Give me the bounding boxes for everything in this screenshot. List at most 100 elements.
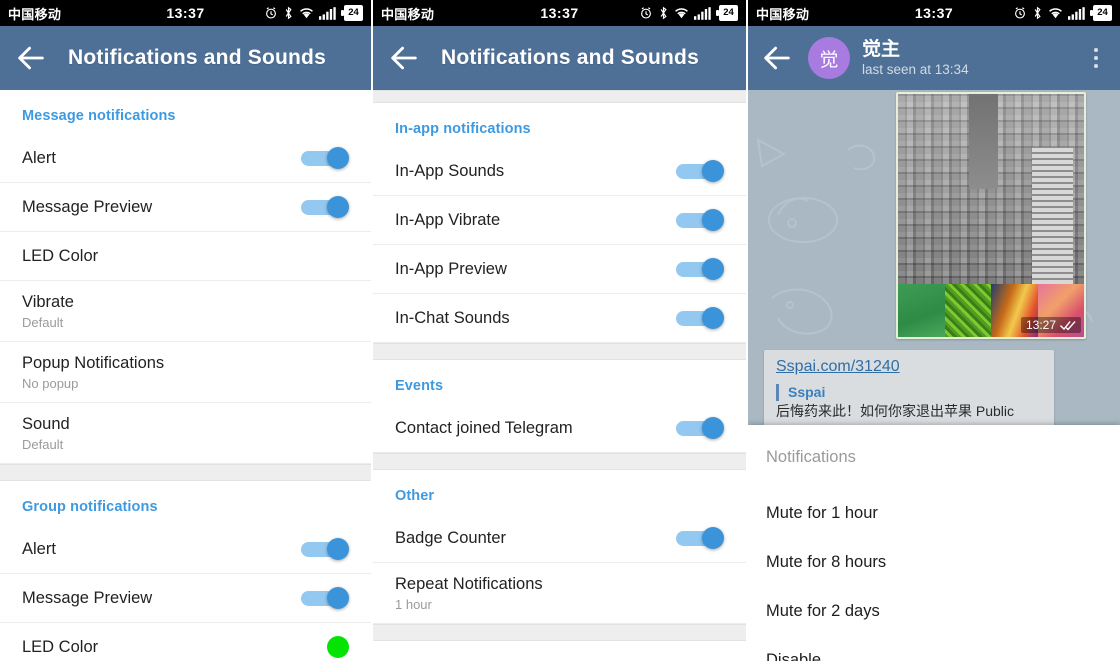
section-heading-group-notifications: Group notifications xyxy=(22,499,158,515)
contact-name: 觉主 xyxy=(862,38,901,60)
bluetooth-icon xyxy=(285,6,292,20)
row-label: Alert xyxy=(22,540,56,558)
back-arrow-icon[interactable] xyxy=(387,41,421,75)
row-alert[interactable]: Alert xyxy=(0,134,371,183)
toggle-contact-joined-telegram[interactable] xyxy=(676,417,724,439)
toggle-in-app-vibrate[interactable] xyxy=(676,209,724,231)
menu-item-disable[interactable]: Disable xyxy=(748,636,1120,661)
wifi-icon xyxy=(1049,7,1062,18)
overflow-menu-icon[interactable] xyxy=(1084,42,1108,74)
city-photo-image xyxy=(898,94,1084,284)
back-arrow-icon[interactable] xyxy=(14,41,48,75)
battery-icon: 24 xyxy=(1090,5,1112,21)
row-sublabel: Default xyxy=(22,315,64,330)
three-phone-screenshots: 中国移动 13:37 24 Notifications and Sounds M… xyxy=(0,0,1120,661)
status-bar: 中国移动 13:37 24 xyxy=(0,0,371,26)
row-label: Message Preview xyxy=(22,198,153,216)
row-in-chat-sounds[interactable]: In-Chat Sounds xyxy=(373,294,746,343)
back-arrow-icon[interactable] xyxy=(760,41,794,75)
row-in-app-sounds[interactable]: In-App Sounds xyxy=(373,147,746,196)
menu-item-mute-2-days[interactable]: Mute for 2 days xyxy=(748,587,1120,636)
top-divider xyxy=(373,90,746,103)
toggle-in-app-sounds[interactable] xyxy=(676,160,724,182)
signal-icon xyxy=(1068,6,1085,20)
link-site-name: Sspai xyxy=(788,384,826,400)
chat-contact-info[interactable]: 觉主 last seen at 13:34 xyxy=(862,38,969,79)
status-bar: 中国移动 13:37 24 xyxy=(373,0,746,26)
toggle-in-chat-sounds[interactable] xyxy=(676,307,724,329)
panel-notifications-settings-top: 中国移动 13:37 24 Notifications and Sounds M… xyxy=(0,0,373,661)
double-check-icon xyxy=(1060,320,1076,331)
section-divider xyxy=(373,624,746,641)
row-label: LED Color xyxy=(22,638,99,656)
row-popup-notifications[interactable]: Popup Notifications No popup xyxy=(0,342,371,403)
battery-icon: 24 xyxy=(341,5,363,21)
row-label: In-App Preview xyxy=(395,260,507,278)
row-sublabel: 1 hour xyxy=(395,597,432,612)
wifi-icon xyxy=(300,7,313,18)
row-repeat-notifications[interactable]: Repeat Notifications 1 hour xyxy=(373,563,746,624)
avatar[interactable]: 觉 xyxy=(808,37,850,79)
panel-chat-with-notifications-dialog: 中国移动 13:37 24 觉 觉主 last seen at 13:34 13… xyxy=(748,0,1120,661)
section-heading-other: Other xyxy=(395,488,435,504)
toggle-alert[interactable] xyxy=(301,147,349,169)
reset-button[interactable]: Reset xyxy=(373,641,746,661)
row-label: Sound xyxy=(22,415,70,433)
menu-item-mute-1-hour[interactable]: Mute for 1 hour xyxy=(748,489,1120,538)
link-quote-block: Sspai 后悔药来此！如何你家退出苹果 Public xyxy=(776,384,1015,420)
toggle-group-message-preview[interactable] xyxy=(301,587,349,609)
signal-icon xyxy=(319,6,336,20)
app-header-2: Notifications and Sounds xyxy=(373,26,746,90)
status-bar-icons: 24 xyxy=(264,5,363,21)
row-in-app-vibrate[interactable]: In-App Vibrate xyxy=(373,196,746,245)
status-bar: 中国移动 13:37 24 xyxy=(748,0,1120,26)
row-vibrate[interactable]: Vibrate Default xyxy=(0,281,371,342)
row-label: In-App Vibrate xyxy=(395,211,501,229)
row-contact-joined-telegram[interactable]: Contact joined Telegram xyxy=(373,404,746,453)
section-divider xyxy=(373,453,746,470)
link-description: 后悔药来此！如何你家退出苹果 Public xyxy=(776,403,1015,419)
row-led-color[interactable]: LED Color xyxy=(0,232,371,281)
toggle-badge-counter[interactable] xyxy=(676,527,724,549)
row-label: LED Color xyxy=(22,247,99,265)
bluetooth-icon xyxy=(660,6,667,20)
panel-notifications-settings-bottom: 中国移动 13:37 24 Notifications and Sounds I… xyxy=(373,0,748,661)
row-message-preview[interactable]: Message Preview xyxy=(0,183,371,232)
row-sublabel: Default xyxy=(22,437,64,452)
row-label: Repeat Notifications xyxy=(395,575,543,593)
settings-list-2: In-app notifications In-App Sounds In-Ap… xyxy=(373,103,746,661)
row-badge-counter[interactable]: Badge Counter xyxy=(373,514,746,563)
alarm-icon xyxy=(1015,7,1025,19)
row-sublabel: No popup xyxy=(22,376,79,391)
section-heading-in-app-notifications: In-app notifications xyxy=(395,121,531,137)
page-title: Notifications and Sounds xyxy=(68,46,326,69)
link-preview-card[interactable]: Sspai.com/31240 Sspai 后悔药来此！如何你家退出苹果 Pub… xyxy=(764,350,1054,431)
led-color-swatch[interactable] xyxy=(327,636,349,658)
dialog-options: Mute for 1 hour Mute for 8 hours Mute fo… xyxy=(748,489,1120,661)
thumbnail-2[interactable] xyxy=(944,284,991,337)
row-label: Contact joined Telegram xyxy=(395,419,573,437)
row-label: Popup Notifications xyxy=(22,354,165,372)
page-title: Notifications and Sounds xyxy=(441,46,699,69)
row-group-message-preview[interactable]: Message Preview xyxy=(0,574,371,623)
row-group-led-color[interactable]: LED Color xyxy=(0,623,371,661)
row-sound[interactable]: Sound Default xyxy=(0,403,371,464)
alarm-icon xyxy=(266,7,276,19)
thumbnail-1[interactable] xyxy=(898,284,945,337)
toggle-group-alert[interactable] xyxy=(301,538,349,560)
dialog-title: Notifications xyxy=(766,448,856,466)
section-heading-events: Events xyxy=(395,378,444,394)
signal-icon xyxy=(694,6,711,20)
link-url[interactable]: Sspai.com/31240 xyxy=(776,358,1042,376)
row-label: Alert xyxy=(22,149,56,167)
row-group-alert[interactable]: Alert xyxy=(0,525,371,574)
toggle-in-app-preview[interactable] xyxy=(676,258,724,280)
photo-message[interactable]: 13:27 xyxy=(896,92,1086,339)
row-label: In-Chat Sounds xyxy=(395,309,510,327)
row-in-app-preview[interactable]: In-App Preview xyxy=(373,245,746,294)
toggle-message-preview[interactable] xyxy=(301,196,349,218)
app-header-1: Notifications and Sounds xyxy=(0,26,371,90)
battery-icon: 24 xyxy=(716,5,738,21)
menu-item-mute-8-hours[interactable]: Mute for 8 hours xyxy=(748,538,1120,587)
bluetooth-icon xyxy=(1034,6,1041,20)
